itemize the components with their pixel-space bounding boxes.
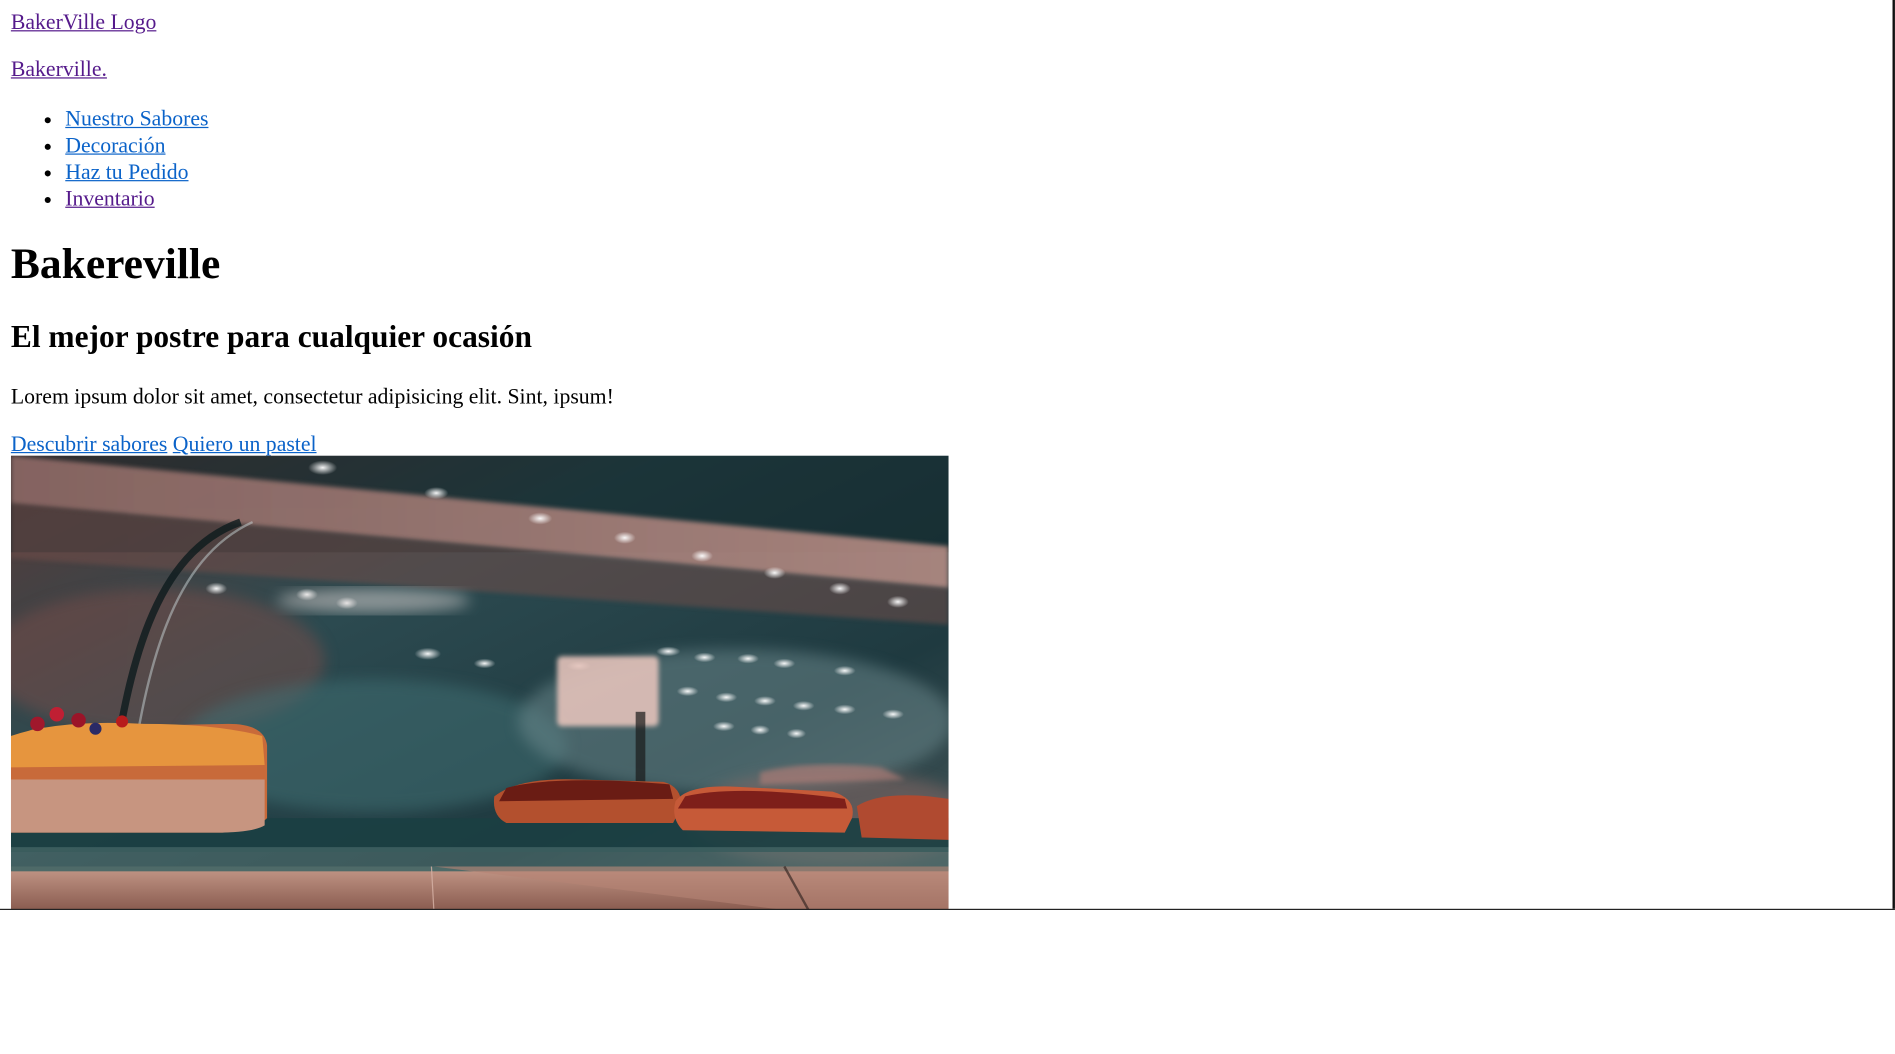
hero-cta-row: Descubrir sabores Quiero un pastel	[11, 430, 317, 457]
nav-item-inventario: Inventario	[65, 185, 208, 212]
hero-bakery-image	[10, 455, 949, 911]
viewport-bottom-divider	[0, 908, 1895, 911]
bakery-display-case-photo	[10, 455, 949, 911]
nav-item-pedido: Haz tu Pedido	[65, 158, 208, 185]
nav-item-sabores: Nuestro Sabores	[65, 105, 208, 132]
brand-link[interactable]: Bakerville.	[11, 57, 107, 82]
hero-subtitle: El mejor postre para cualquier ocasión	[10, 319, 532, 355]
nav-link-pedido[interactable]: Haz tu Pedido	[65, 160, 188, 184]
logo-link[interactable]: BakerVille Logo	[11, 10, 156, 35]
nav-link-inventario[interactable]: Inventario	[65, 186, 154, 210]
main-nav: Nuestro Sabores Decoración Haz tu Pedido…	[65, 105, 208, 211]
nav-item-decoracion: Decoración	[65, 132, 208, 159]
page: BakerVille Logo Bakerville. Nuestro Sabo…	[0, 0, 1895, 1054]
want-cake-link[interactable]: Quiero un pastel	[173, 431, 317, 455]
hero-text: Lorem ipsum dolor sit amet, consectetur …	[10, 384, 614, 409]
nav-link-sabores[interactable]: Nuestro Sabores	[65, 106, 208, 130]
nav-link-decoracion[interactable]: Decoración	[65, 133, 165, 157]
discover-flavors-link[interactable]: Descubrir sabores	[11, 431, 167, 455]
hero-title: Bakereville	[10, 239, 221, 288]
